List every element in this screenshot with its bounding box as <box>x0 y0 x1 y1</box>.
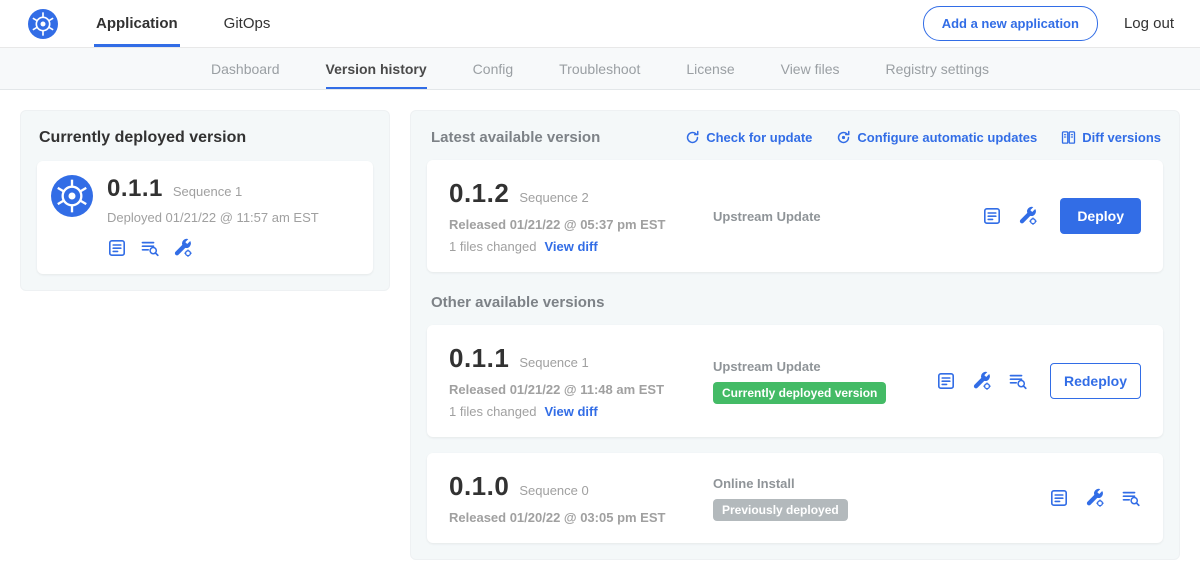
sequence-label: Sequence 1 <box>519 355 588 370</box>
latest-available-title: Latest available version <box>431 129 600 146</box>
deployed-panel-title: Currently deployed version <box>39 129 373 147</box>
deploy-button[interactable]: Deploy <box>1060 198 1141 234</box>
config-icon[interactable] <box>1085 488 1105 508</box>
subnav-view-files[interactable]: View files <box>781 48 840 89</box>
view-diff-link[interactable]: View diff <box>544 239 597 254</box>
version-card-0-1-1: 0.1.1 Sequence 1 Released 01/21/22 @ 11:… <box>427 325 1163 437</box>
auto-update-icon <box>836 130 851 145</box>
version-source-label: Upstream Update <box>713 209 821 224</box>
logs-icon[interactable] <box>140 238 160 258</box>
deployed-version-number: 0.1.1 <box>107 175 163 203</box>
tab-application-label: Application <box>96 15 178 32</box>
diff-versions-label: Diff versions <box>1082 130 1161 145</box>
available-versions-panel: Latest available version Check for updat… <box>410 110 1180 560</box>
tab-gitops-label: GitOps <box>224 15 271 32</box>
subnav-license[interactable]: License <box>686 48 734 89</box>
deployed-timestamp: Deployed 01/21/22 @ 11:57 am EST <box>107 210 319 225</box>
currently-deployed-panel: Currently deployed version 0.1.1 Sequenc… <box>20 110 390 291</box>
kubernetes-logo-icon[interactable] <box>28 9 58 39</box>
version-source-label: Online Install <box>713 476 795 491</box>
config-icon[interactable] <box>972 371 992 391</box>
preflight-icon[interactable] <box>936 371 956 391</box>
main-content: Currently deployed version 0.1.1 Sequenc… <box>0 90 1200 580</box>
sequence-label: Sequence 0 <box>519 483 588 498</box>
subnav-config[interactable]: Config <box>473 48 513 89</box>
redeploy-button[interactable]: Redeploy <box>1050 363 1141 399</box>
subnav-troubleshoot[interactable]: Troubleshoot <box>559 48 640 89</box>
check-for-update-link[interactable]: Check for update <box>685 130 812 145</box>
app-subnav: Dashboard Version history Config Trouble… <box>0 48 1200 90</box>
released-timestamp: Released 01/21/22 @ 11:48 am EST <box>449 382 697 397</box>
released-timestamp: Released 01/21/22 @ 05:37 pm EST <box>449 217 697 232</box>
configure-automatic-updates-link[interactable]: Configure automatic updates <box>836 130 1037 145</box>
deployed-sequence-label: Sequence 1 <box>173 184 242 199</box>
tab-gitops[interactable]: GitOps <box>222 0 273 47</box>
version-number: 0.1.1 <box>449 343 509 374</box>
preflight-icon[interactable] <box>107 238 127 258</box>
other-versions-title: Other available versions <box>431 294 1161 311</box>
app-logo-icon <box>51 175 93 217</box>
check-for-update-label: Check for update <box>706 130 812 145</box>
version-card-latest: 0.1.2 Sequence 2 Released 01/21/22 @ 05:… <box>427 160 1163 272</box>
files-changed-label: 1 files changed <box>449 404 536 419</box>
config-icon[interactable] <box>1018 206 1038 226</box>
tab-application[interactable]: Application <box>94 0 180 47</box>
refresh-icon <box>685 130 700 145</box>
config-icon[interactable] <box>173 238 193 258</box>
logs-icon[interactable] <box>1121 488 1141 508</box>
subnav-registry-settings[interactable]: Registry settings <box>886 48 989 89</box>
logs-icon[interactable] <box>1008 371 1028 391</box>
subnav-version-history[interactable]: Version history <box>326 48 427 89</box>
preflight-icon[interactable] <box>982 206 1002 226</box>
topbar: Application GitOps Add a new application… <box>0 0 1200 48</box>
released-timestamp: Released 01/20/22 @ 03:05 pm EST <box>449 510 697 525</box>
view-diff-link[interactable]: View diff <box>544 404 597 419</box>
diff-icon <box>1061 130 1076 145</box>
add-application-button[interactable]: Add a new application <box>923 6 1098 41</box>
version-card-0-1-0: 0.1.0 Sequence 0 Released 01/20/22 @ 03:… <box>427 453 1163 543</box>
preflight-icon[interactable] <box>1049 488 1069 508</box>
sequence-label: Sequence 2 <box>519 190 588 205</box>
configure-automatic-updates-label: Configure automatic updates <box>857 130 1037 145</box>
deployed-version-card: 0.1.1 Sequence 1 Deployed 01/21/22 @ 11:… <box>37 161 373 274</box>
version-number: 0.1.2 <box>449 178 509 209</box>
previously-deployed-badge: Previously deployed <box>713 499 848 521</box>
currently-deployed-badge: Currently deployed version <box>713 382 886 404</box>
subnav-dashboard[interactable]: Dashboard <box>211 48 280 89</box>
top-tabs: Application GitOps <box>94 0 314 47</box>
diff-versions-link[interactable]: Diff versions <box>1061 130 1161 145</box>
files-changed-label: 1 files changed <box>449 239 536 254</box>
logout-link[interactable]: Log out <box>1124 15 1174 32</box>
version-source-label: Upstream Update <box>713 359 821 374</box>
version-number: 0.1.0 <box>449 471 509 502</box>
